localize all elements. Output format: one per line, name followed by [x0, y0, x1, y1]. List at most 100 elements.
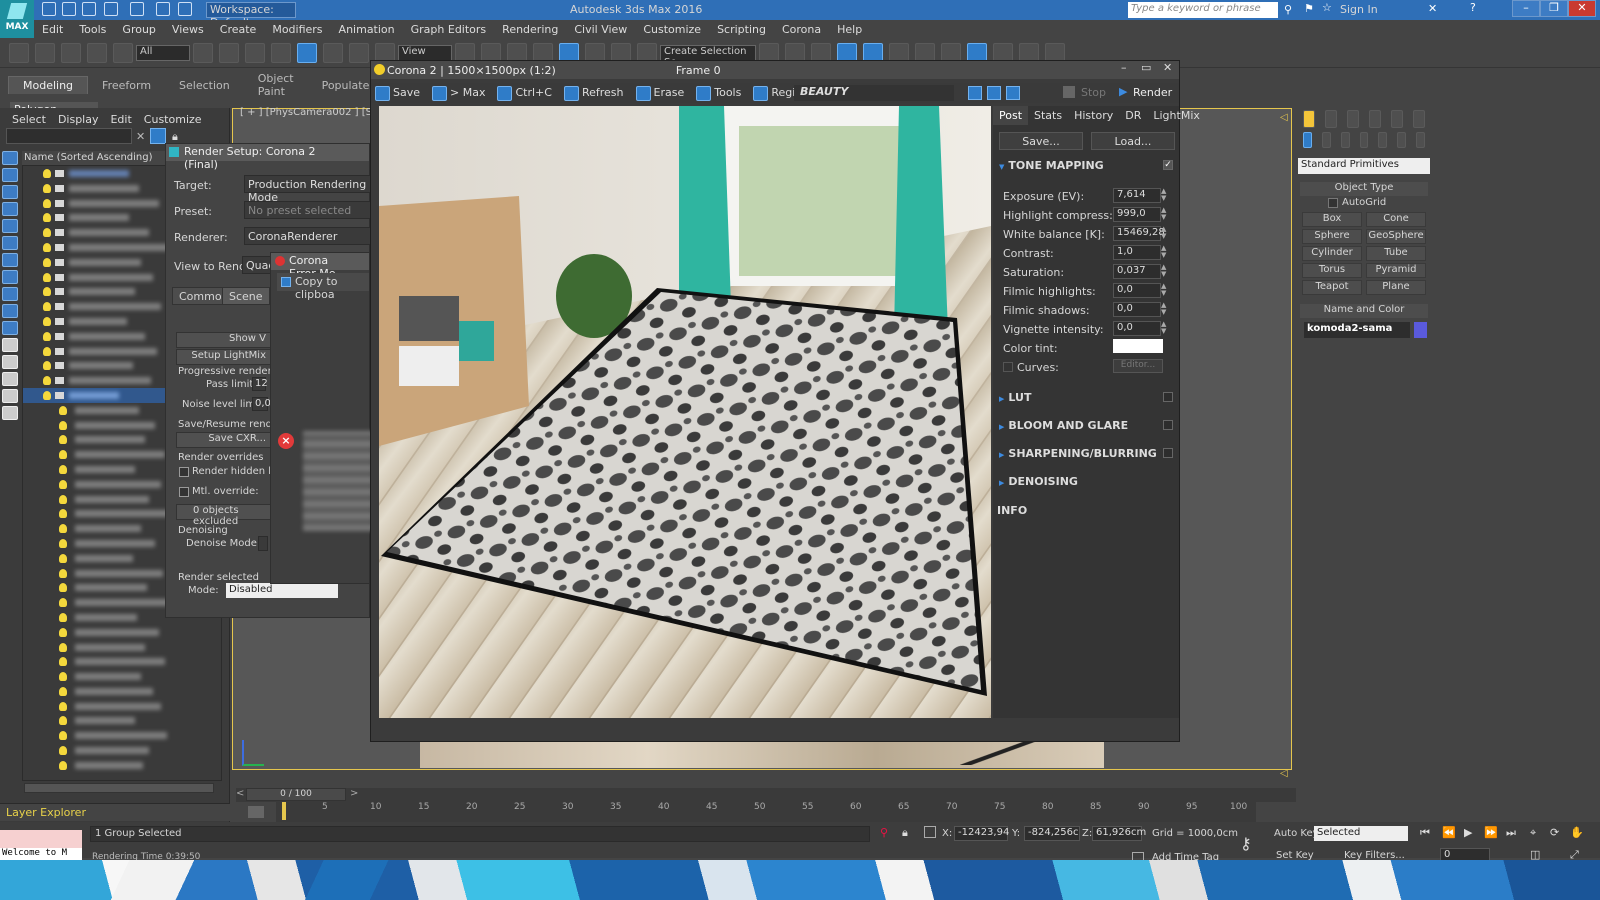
display-containers-icon[interactable]: [2, 338, 18, 352]
saturation-input[interactable]: 0,037: [1113, 264, 1161, 279]
light-bulb-icon[interactable]: [43, 198, 51, 208]
search-input[interactable]: Type a keyword or phrase: [1128, 2, 1278, 18]
minimize-button[interactable]: –: [1512, 0, 1540, 17]
denoising-section[interactable]: DENOISING: [999, 475, 1078, 488]
explorer-menu-edit[interactable]: Edit: [104, 110, 137, 129]
light-bulb-icon[interactable]: [59, 420, 67, 430]
stop-icon[interactable]: [1063, 86, 1075, 98]
vfb-save-button[interactable]: Save: [371, 83, 428, 103]
tab-post[interactable]: Post: [993, 105, 1029, 125]
systems-icon[interactable]: [1416, 132, 1426, 148]
mtl-override-checkbox[interactable]: [179, 487, 189, 497]
lights-icon[interactable]: [1340, 132, 1350, 148]
filmic-highlights-input[interactable]: 0,0: [1113, 283, 1161, 298]
light-bulb-icon[interactable]: [59, 760, 67, 770]
ribbon-tab-modeling[interactable]: Modeling: [8, 76, 89, 94]
highlight-compress-input[interactable]: 999,0: [1113, 207, 1161, 222]
sphere-button[interactable]: Sphere: [1302, 229, 1362, 244]
save-cxr-button[interactable]: Save CXR...: [176, 432, 271, 448]
list-item[interactable]: [23, 669, 221, 684]
light-bulb-icon[interactable]: [59, 716, 67, 726]
tab-history[interactable]: History: [1068, 106, 1119, 125]
white-balance-spinner-icon[interactable]: ▲ ▼: [1161, 226, 1167, 241]
list-item[interactable]: [23, 684, 221, 699]
save-file-icon[interactable]: [82, 2, 96, 16]
object-type-rollout[interactable]: Object Type: [1300, 182, 1428, 196]
zoom-viewport-icon[interactable]: ⌖: [1530, 826, 1536, 840]
tab-scene[interactable]: Scene: [222, 287, 270, 305]
lock-icon[interactable]: 🔒︎: [172, 130, 178, 144]
primitives-dropdown[interactable]: Standard Primitives: [1298, 158, 1430, 174]
y-coordinate-input[interactable]: -824,256c: [1024, 826, 1080, 841]
cylinder-button[interactable]: Cylinder: [1302, 246, 1362, 261]
time-slider-next-icon[interactable]: >: [350, 788, 358, 799]
light-bulb-icon[interactable]: [43, 169, 51, 178]
go-to-end-icon[interactable]: ⏭: [1506, 826, 1516, 840]
display-none-icon[interactable]: [2, 151, 18, 165]
autogrid-checkbox[interactable]: [1328, 198, 1338, 208]
sign-in-link[interactable]: Sign In: [1340, 3, 1378, 16]
saturation-spinner-icon[interactable]: ▲ ▼: [1161, 264, 1167, 279]
play-icon[interactable]: ▶: [1464, 826, 1472, 839]
close-button[interactable]: ✕: [1568, 0, 1596, 17]
light-bulb-icon[interactable]: [59, 672, 67, 682]
filmic-shadows-spinner-icon[interactable]: ▲ ▼: [1161, 302, 1167, 317]
render-play-icon[interactable]: ▶: [1119, 85, 1127, 98]
list-item[interactable]: [23, 640, 221, 655]
vfb-tools-button[interactable]: Tools: [692, 83, 749, 103]
light-bulb-icon[interactable]: [59, 405, 67, 415]
scale-icon[interactable]: [349, 42, 369, 63]
light-bulb-icon[interactable]: [43, 361, 51, 371]
filmic-highlights-spinner-icon[interactable]: ▲ ▼: [1161, 283, 1167, 298]
favorites-star-icon[interactable]: ☆: [1322, 1, 1332, 14]
curves-editor-button[interactable]: Editor...: [1113, 359, 1163, 373]
tab-dr[interactable]: DR: [1119, 106, 1147, 125]
denoise-mode-select[interactable]: [258, 536, 268, 551]
isolate-selection-icon[interactable]: ⚲: [880, 826, 888, 839]
light-bulb-icon[interactable]: [43, 257, 51, 267]
render-hidden-checkbox[interactable]: [179, 467, 189, 477]
undo-icon[interactable]: [104, 2, 118, 16]
light-bulb-icon[interactable]: [43, 213, 51, 223]
render-selected-mode-select[interactable]: Disabled: [226, 583, 338, 598]
post-save-button[interactable]: Save...: [999, 132, 1083, 150]
hierarchy-tab-icon[interactable]: [1347, 110, 1359, 128]
menu-customize[interactable]: Customize: [635, 21, 709, 38]
menu-scripting[interactable]: Scripting: [709, 21, 774, 38]
shapes-icon[interactable]: [1321, 132, 1331, 148]
redo-icon[interactable]: [35, 42, 55, 63]
object-color-swatch[interactable]: [1414, 322, 1427, 338]
setup-lightmix-button[interactable]: Setup LightMix: [176, 349, 271, 365]
light-bulb-icon[interactable]: [43, 183, 51, 193]
light-bulb-icon[interactable]: [43, 331, 51, 341]
light-bulb-icon[interactable]: [43, 242, 51, 252]
renderer-select[interactable]: CoronaRenderer: [244, 227, 374, 245]
key-set-select[interactable]: Selected: [1314, 826, 1408, 841]
cameras-icon[interactable]: [1359, 132, 1369, 148]
torus-button[interactable]: Torus: [1302, 263, 1362, 278]
explorer-menu-display[interactable]: Display: [52, 110, 105, 129]
object-name-input[interactable]: komoda2-sama: [1304, 322, 1410, 338]
explorer-menu-customize[interactable]: Customize: [138, 110, 208, 129]
tone-mapping-checkbox[interactable]: ✓: [1163, 160, 1173, 170]
explorer-horizontal-scrollbar[interactable]: [24, 783, 214, 793]
white-balance-input[interactable]: 15469,28: [1113, 226, 1165, 241]
orbit-icon[interactable]: ⟳: [1550, 826, 1559, 839]
menu-animation[interactable]: Animation: [331, 21, 403, 38]
contrast-spinner-icon[interactable]: ▲ ▼: [1161, 245, 1167, 260]
vfb-maximize-button[interactable]: ▭: [1141, 61, 1151, 74]
ribbon-tab-freeform[interactable]: Freeform: [88, 77, 165, 94]
link-icon[interactable]: [61, 42, 81, 63]
selection-lock-icon[interactable]: 🔒︎: [902, 826, 908, 840]
track-bar[interactable]: 5 10 15 20 25 30 35 40 45 50 55 60 65 70…: [276, 802, 1256, 822]
display-spacewarps-icon[interactable]: [2, 270, 18, 284]
move-icon[interactable]: [297, 42, 317, 63]
window-crossing-icon[interactable]: [271, 42, 291, 63]
menu-edit[interactable]: Edit: [34, 21, 71, 38]
display-bones-icon[interactable]: [2, 321, 18, 335]
next-frame-icon[interactable]: ⏩: [1484, 826, 1498, 839]
vfb-refresh-button[interactable]: Refresh: [560, 83, 632, 103]
list-item[interactable]: [23, 758, 221, 773]
auto-key-button[interactable]: Auto Key: [1274, 828, 1319, 839]
light-bulb-icon[interactable]: [59, 746, 67, 756]
